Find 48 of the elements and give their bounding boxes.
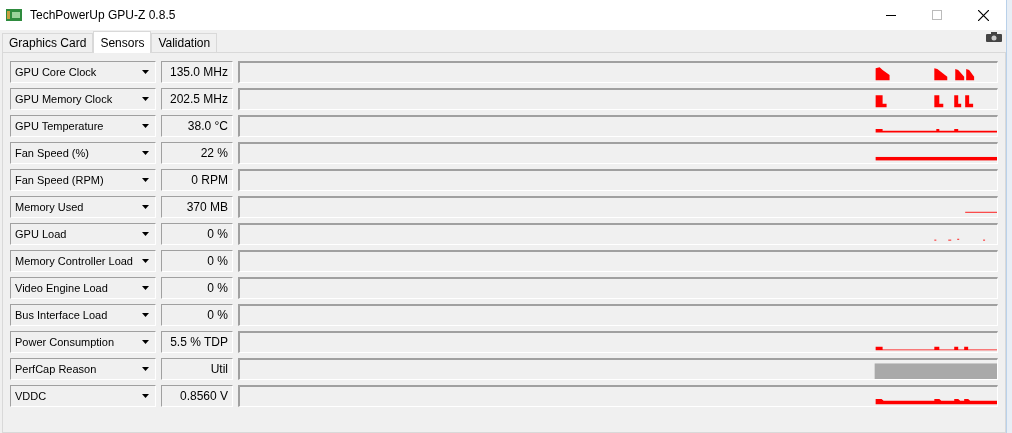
app-icon — [6, 9, 22, 21]
sensor-dropdown[interactable]: Fan Speed (%) — [10, 142, 156, 164]
sensor-value: 135.0 MHz — [161, 61, 233, 83]
sensor-value: 0 RPM — [161, 169, 233, 191]
close-icon — [977, 9, 989, 21]
sensor-dropdown[interactable]: Video Engine Load — [10, 277, 156, 299]
caret-icon — [142, 367, 149, 371]
sensor-dropdown[interactable]: GPU Core Clock — [10, 61, 156, 83]
sensor-dropdown[interactable]: PerfCap Reason — [10, 358, 156, 380]
sensor-value: 22 % — [161, 142, 233, 164]
caret-icon — [142, 178, 149, 182]
sensor-dropdown[interactable]: Fan Speed (RPM) — [10, 169, 156, 191]
sensor-value: 0.8560 V — [161, 385, 233, 407]
caret-icon — [142, 205, 149, 209]
sensor-dropdown[interactable]: VDDC — [10, 385, 156, 407]
sensor-value: 0 % — [161, 250, 233, 272]
sensor-value: 0 % — [161, 277, 233, 299]
sensor-value: 0 % — [161, 304, 233, 326]
caret-icon — [142, 124, 149, 128]
caret-icon — [142, 286, 149, 290]
sensor-dropdown[interactable]: Memory Used — [10, 196, 156, 218]
caret-icon — [142, 232, 149, 236]
caret-icon — [142, 97, 149, 101]
sensor-dropdown[interactable]: Bus Interface Load — [10, 304, 156, 326]
caret-icon — [142, 340, 149, 344]
sensor-dropdown[interactable]: Power Consumption — [10, 331, 156, 353]
sensor-dropdown[interactable]: Memory Controller Load — [10, 250, 156, 272]
sensor-value: 38.0 °C — [161, 115, 233, 137]
sensor-value: 370 MB — [161, 196, 233, 218]
caret-icon — [142, 394, 149, 398]
tab[interactable]: Sensors — [93, 31, 152, 53]
maximize-icon — [932, 10, 942, 20]
sensor-value: 5.5 % TDP — [161, 331, 233, 353]
sensor-dropdown[interactable]: GPU Load — [10, 223, 156, 245]
tab[interactable]: Graphics Card — [2, 33, 94, 52]
sensor-value: 202.5 MHz — [161, 88, 233, 110]
tab[interactable]: Validation — [151, 33, 218, 52]
minimize-icon — [886, 14, 896, 16]
sensor-dropdown[interactable]: GPU Memory Clock — [10, 88, 156, 110]
caret-icon — [142, 151, 149, 155]
caret-icon — [142, 259, 149, 263]
sensor-value: 0 % — [161, 223, 233, 245]
camera-icon[interactable] — [986, 32, 1002, 42]
sensor-value: Util — [161, 358, 233, 380]
caret-icon — [142, 70, 149, 74]
caret-icon — [142, 313, 149, 317]
sensor-dropdown[interactable]: GPU Temperature — [10, 115, 156, 137]
window-title: TechPowerUp GPU-Z 0.8.5 — [30, 7, 176, 24]
